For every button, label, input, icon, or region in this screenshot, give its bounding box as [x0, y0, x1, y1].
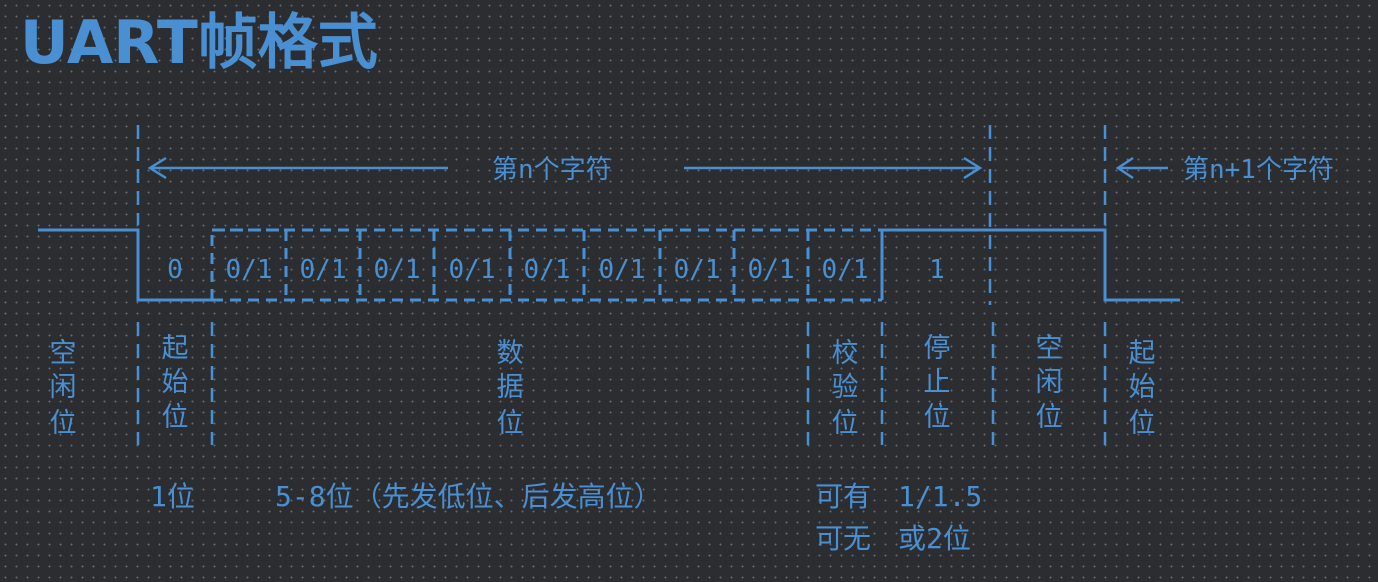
start-length-note: 1位	[150, 480, 195, 513]
char-n1-label: 第n+1个字符	[1183, 155, 1334, 185]
data-bit-value: 0/1	[599, 255, 646, 285]
field-start: 起 始 位	[162, 333, 189, 433]
stop-note-line2: 或2位	[898, 522, 971, 555]
field-char: 位	[1129, 408, 1156, 439]
field-char: 停	[924, 333, 951, 364]
data-bit-value: 0/1	[226, 255, 273, 285]
field-char: 始	[1129, 372, 1156, 403]
field-idle-right: 空 闲 位	[1036, 333, 1063, 433]
field-char: 据	[497, 372, 524, 403]
field-char: 位	[832, 408, 859, 439]
field-char: 位	[162, 402, 189, 433]
field-char: 验	[832, 372, 859, 403]
field-char: 起	[162, 333, 189, 364]
uart-frame-diagram: UART帧格式 第n个字符 第n+1个字符 0 0/1 0/1 0/1 0/1 …	[20, 8, 1334, 555]
data-bit-value: 0/1	[524, 255, 571, 285]
field-char: 闲	[50, 372, 77, 403]
char-n-label: 第n个字符	[492, 155, 612, 185]
field-data: 数 据 位	[497, 338, 524, 439]
field-char: 始	[162, 367, 189, 398]
field-char: 位	[50, 408, 77, 439]
page-title: UART帧格式	[20, 8, 378, 78]
field-char: 数	[497, 338, 524, 369]
field-char: 空	[50, 338, 77, 369]
parity-bit-value: 0/1	[822, 255, 869, 285]
data-bit-value: 0/1	[674, 255, 721, 285]
data-length-note: 5-8位（先发低位、后发高位）	[275, 480, 662, 513]
parity-note-line1: 可有	[815, 480, 871, 513]
signal-stop-idle-next	[880, 228, 1180, 302]
field-char: 闲	[1036, 367, 1063, 398]
diagram-canvas: UART帧格式 第n个字符 第n+1个字符 0 0/1 0/1 0/1 0/1 …	[0, 0, 1378, 582]
field-char: 起	[1129, 338, 1156, 369]
data-bit-value: 0/1	[748, 255, 795, 285]
field-parity: 校 验 位	[832, 338, 859, 439]
field-char: 止	[924, 367, 951, 398]
field-char: 位	[1036, 402, 1063, 433]
field-idle-left: 空 闲 位	[50, 338, 77, 439]
stop-bit-value: 1	[929, 255, 945, 285]
parity-note-line2: 可无	[815, 522, 871, 555]
data-bit-value: 0/1	[449, 255, 496, 285]
field-char: 位	[497, 408, 524, 439]
signal-idle-start	[38, 228, 212, 302]
stop-note-line1: 1/1.5	[898, 480, 982, 513]
field-next-start: 起 始 位	[1129, 338, 1156, 439]
field-char: 空	[1036, 333, 1063, 364]
data-bit-value: 0/1	[374, 255, 421, 285]
field-stop: 停 止 位	[924, 333, 951, 433]
field-char: 位	[924, 402, 951, 433]
data-bit-value: 0/1	[300, 255, 347, 285]
field-char: 校	[832, 338, 859, 369]
start-bit-value: 0	[167, 255, 183, 285]
